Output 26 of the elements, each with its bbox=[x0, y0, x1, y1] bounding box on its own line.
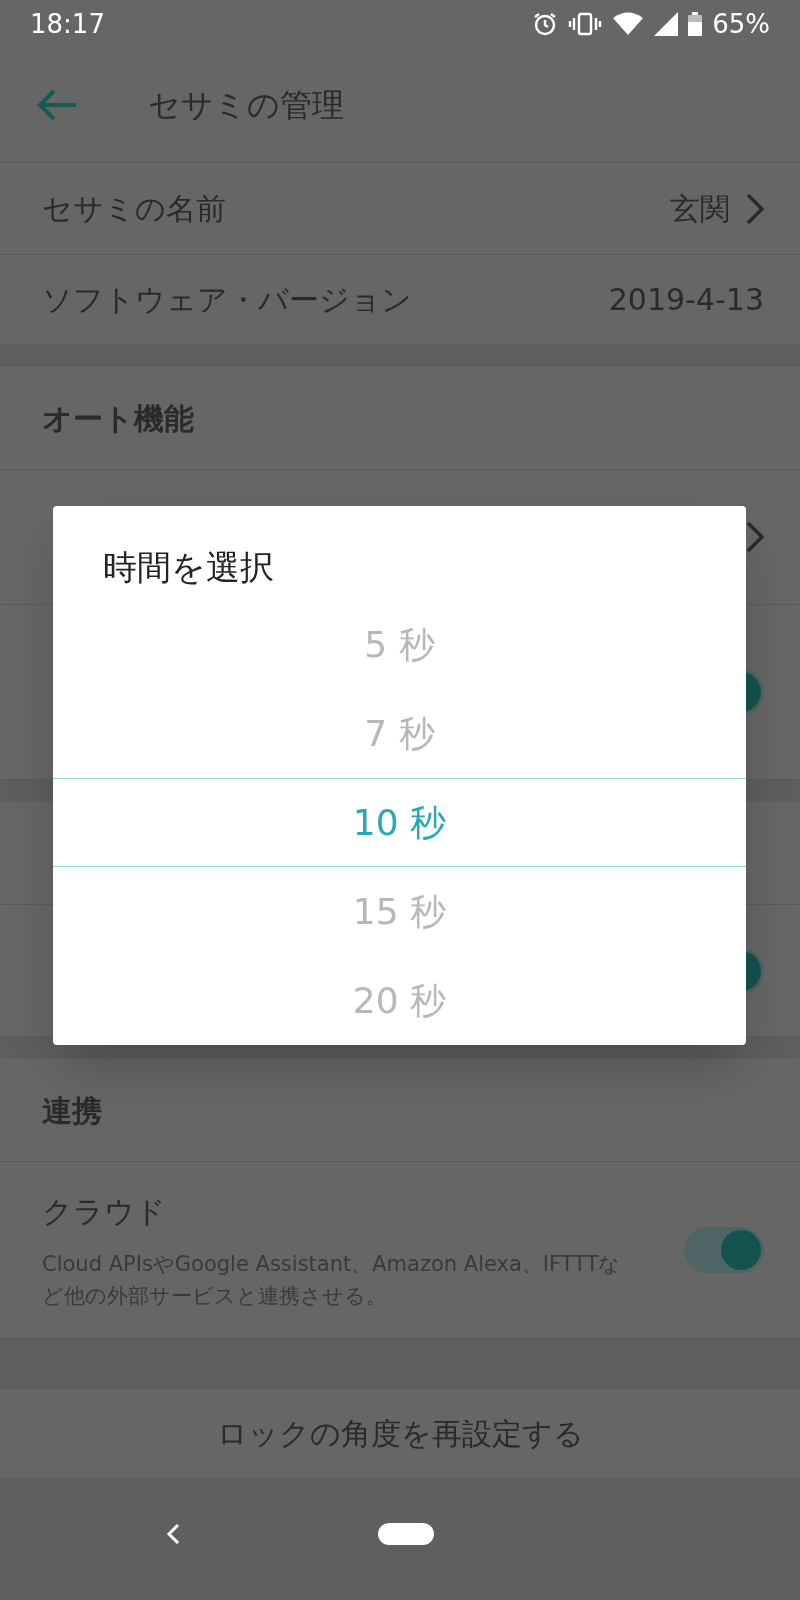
battery-icon bbox=[688, 12, 703, 36]
vibrate-icon bbox=[568, 12, 603, 36]
section-heading: 連携 bbox=[42, 1091, 102, 1130]
picker-option[interactable]: 15 秒 bbox=[53, 867, 746, 956]
section-heading: オート機能 bbox=[42, 399, 194, 438]
battery-percent: 65% bbox=[712, 7, 770, 41]
wifi-icon bbox=[612, 12, 645, 36]
setting-value: 2019-4-13 bbox=[608, 281, 764, 319]
home-pill[interactable] bbox=[378, 1522, 434, 1545]
status-time: 18:17 bbox=[30, 7, 105, 41]
back-arrow-icon[interactable] bbox=[36, 88, 78, 122]
signal-icon bbox=[654, 12, 679, 36]
picker-option[interactable]: 5 秒 bbox=[53, 600, 746, 689]
picker-option[interactable]: 7 秒 bbox=[53, 689, 746, 778]
setting-label: ソフトウェア・バージョン bbox=[42, 281, 412, 319]
chevron-right-icon[interactable] bbox=[746, 192, 764, 225]
chevron-right-icon[interactable] bbox=[746, 521, 764, 553]
toggle-switch[interactable] bbox=[684, 1227, 764, 1273]
setting-value: 玄関 bbox=[670, 190, 730, 228]
dialog-title: 時間を選択 bbox=[102, 546, 275, 589]
setting-label: クラウド bbox=[42, 1192, 167, 1231]
back-nav-icon[interactable] bbox=[166, 1522, 180, 1545]
setting-label: セサミの名前 bbox=[42, 190, 226, 228]
picker-option[interactable]: 20 秒 bbox=[53, 956, 746, 1045]
screen-title: セサミの管理 bbox=[148, 85, 344, 126]
picker-option[interactable]: 10 秒 bbox=[53, 778, 746, 867]
